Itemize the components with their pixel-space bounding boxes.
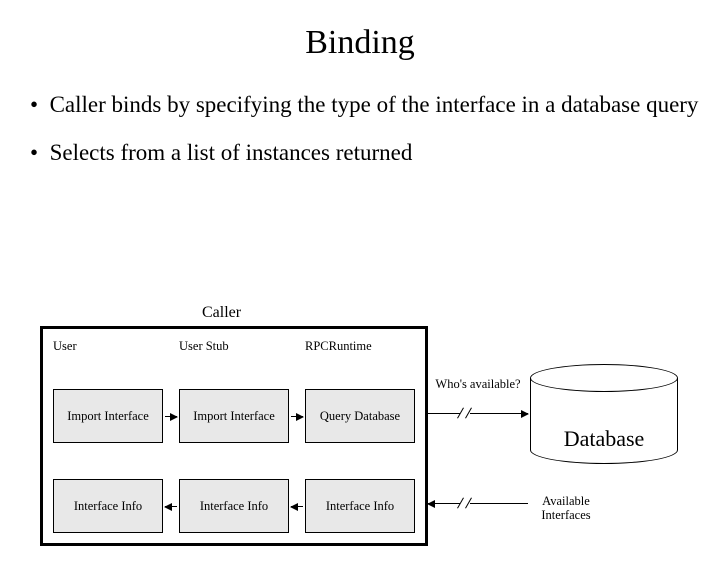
response-line-left <box>428 503 460 504</box>
arrow-runtime-to-stub-r2 <box>291 506 303 507</box>
caller-box: User Import Interface Interface Info Use… <box>40 326 428 546</box>
cell-stub-info: Interface Info <box>179 479 289 533</box>
cell-stub-import: Import Interface <box>179 389 289 443</box>
header-user: User <box>53 339 163 354</box>
header-rpcruntime: RPCRuntime <box>305 339 415 354</box>
cell-runtime-info: Interface Info <box>305 479 415 533</box>
response-line-right <box>470 503 528 504</box>
header-user-stub: User Stub <box>179 339 289 354</box>
arrow-stub-to-runtime-r1 <box>291 416 303 417</box>
page-title: Binding <box>0 24 720 62</box>
query-line-left <box>428 413 460 414</box>
cell-user-import: Import Interface <box>53 389 163 443</box>
cell-runtime-query: Query Database <box>305 389 415 443</box>
bullet-list: • Caller binds by specifying the type of… <box>30 90 720 168</box>
query-label: Who's available? <box>428 377 528 391</box>
caller-label: Caller <box>202 304 241 322</box>
arrow-stub-to-user-r2 <box>165 506 177 507</box>
arrow-user-to-stub-r1 <box>165 416 177 417</box>
column-rpcruntime: RPCRuntime Query Database Interface Info <box>305 329 415 543</box>
bullet-1: • Caller binds by specifying the type of… <box>30 90 720 120</box>
column-user: User Import Interface Interface Info <box>53 329 163 543</box>
bullet-2: • Selects from a list of instances retur… <box>30 138 720 168</box>
cell-user-info: Interface Info <box>53 479 163 533</box>
response-label: Available Interfaces <box>530 494 602 523</box>
column-user-stub: User Stub Import Interface Interface Inf… <box>179 329 289 543</box>
binding-diagram: Caller User Import Interface Interface I… <box>40 304 680 544</box>
database-label: Database <box>530 426 678 452</box>
query-line-right <box>470 413 528 414</box>
